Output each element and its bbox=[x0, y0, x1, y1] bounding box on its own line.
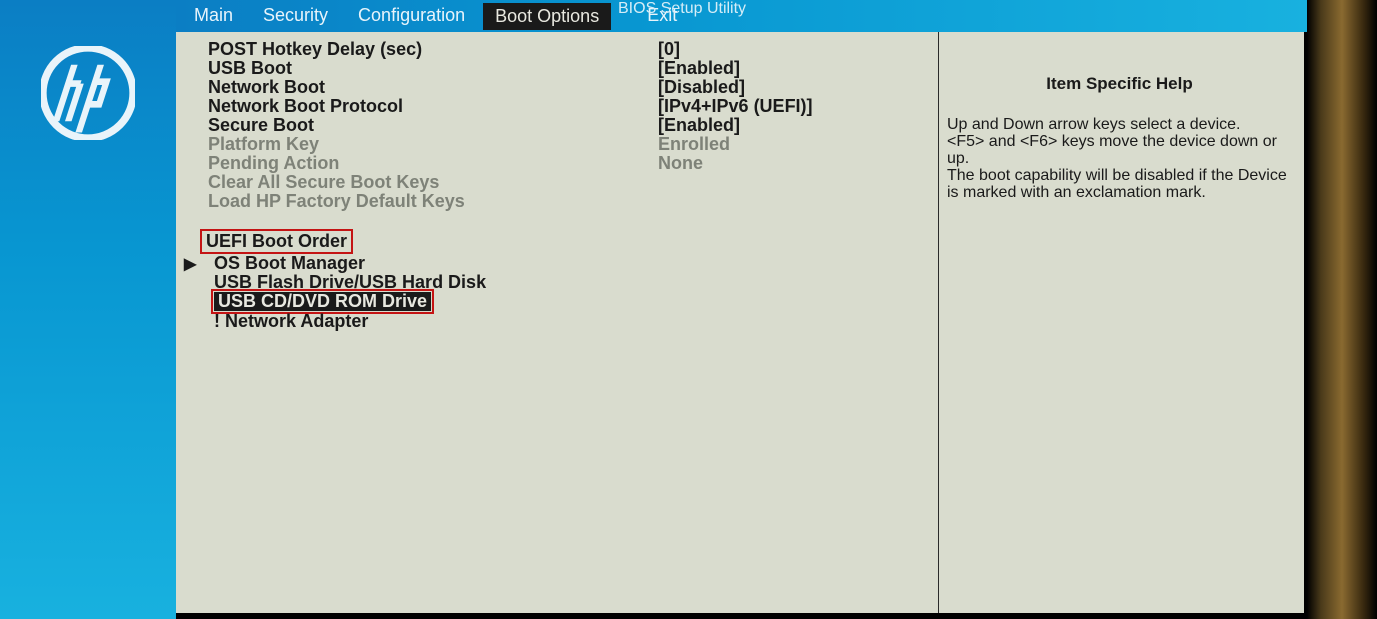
boot-item-network-adapter[interactable]: ! Network Adapter bbox=[200, 312, 658, 331]
setting-secure-boot[interactable]: Secure Boot bbox=[208, 116, 658, 135]
boot-item-label: USB CD/DVD ROM Drive bbox=[218, 291, 427, 311]
value-network-boot-protocol[interactable]: [IPv4+IPv6 (UEFI)] bbox=[658, 97, 938, 116]
setting-load-hp-factory-keys[interactable]: Load HP Factory Default Keys bbox=[208, 192, 658, 211]
boot-item-usb-cd-dvd[interactable]: USB CD/DVD ROM Drive bbox=[214, 292, 431, 311]
tab-main[interactable]: Main bbox=[182, 1, 245, 32]
value-secure-boot[interactable]: [Enabled] bbox=[658, 116, 938, 135]
photo-edge bbox=[1307, 0, 1377, 619]
logo-sidebar bbox=[0, 0, 176, 619]
help-title: Item Specific Help bbox=[947, 74, 1292, 94]
tab-security[interactable]: Security bbox=[251, 1, 340, 32]
settings-labels: POST Hotkey Delay (sec) USB Boot Network… bbox=[176, 32, 658, 613]
tab-configuration[interactable]: Configuration bbox=[346, 1, 477, 32]
tab-boot-options[interactable]: Boot Options bbox=[483, 3, 611, 30]
setting-network-boot[interactable]: Network Boot bbox=[208, 78, 658, 97]
setting-post-hotkey-delay[interactable]: POST Hotkey Delay (sec) bbox=[208, 40, 658, 59]
bottom-border bbox=[176, 613, 1307, 619]
setting-clear-secure-boot-keys[interactable]: Clear All Secure Boot Keys bbox=[208, 173, 658, 192]
boot-item-label: ! Network Adapter bbox=[214, 311, 368, 331]
value-network-boot[interactable]: [Disabled] bbox=[658, 78, 938, 97]
setting-pending-action: Pending Action bbox=[208, 154, 658, 173]
uefi-boot-order-header: UEFI Boot Order bbox=[200, 229, 353, 254]
boot-item-label: OS Boot Manager bbox=[214, 253, 365, 273]
pointer-icon: ▶ bbox=[184, 255, 196, 274]
boot-item-usb-flash-drive[interactable]: USB Flash Drive/USB Hard Disk bbox=[200, 273, 658, 292]
value-pending-action: None bbox=[658, 154, 938, 173]
value-platform-key: Enrolled bbox=[658, 135, 938, 154]
setting-network-boot-protocol[interactable]: Network Boot Protocol bbox=[208, 97, 658, 116]
help-panel: Item Specific Help Up and Down arrow key… bbox=[938, 32, 1307, 613]
bios-title: BIOS Setup Utility bbox=[618, 0, 746, 18]
value-post-hotkey-delay[interactable]: [0] bbox=[658, 40, 938, 59]
help-body: Up and Down arrow keys select a device.<… bbox=[947, 116, 1292, 201]
boot-item-os-boot-manager[interactable]: ▶ OS Boot Manager bbox=[200, 254, 658, 273]
setting-usb-boot[interactable]: USB Boot bbox=[208, 59, 658, 78]
value-usb-boot[interactable]: [Enabled] bbox=[658, 59, 938, 78]
hp-logo-icon bbox=[41, 46, 135, 145]
settings-values: [0] [Enabled] [Disabled] [IPv4+IPv6 (UEF… bbox=[658, 32, 938, 613]
setting-platform-key: Platform Key bbox=[208, 135, 658, 154]
content-area: POST Hotkey Delay (sec) USB Boot Network… bbox=[176, 32, 1307, 613]
boot-item-label: USB Flash Drive/USB Hard Disk bbox=[214, 272, 486, 292]
menu-bar: BIOS Setup Utility Main Security Configu… bbox=[176, 0, 1307, 32]
